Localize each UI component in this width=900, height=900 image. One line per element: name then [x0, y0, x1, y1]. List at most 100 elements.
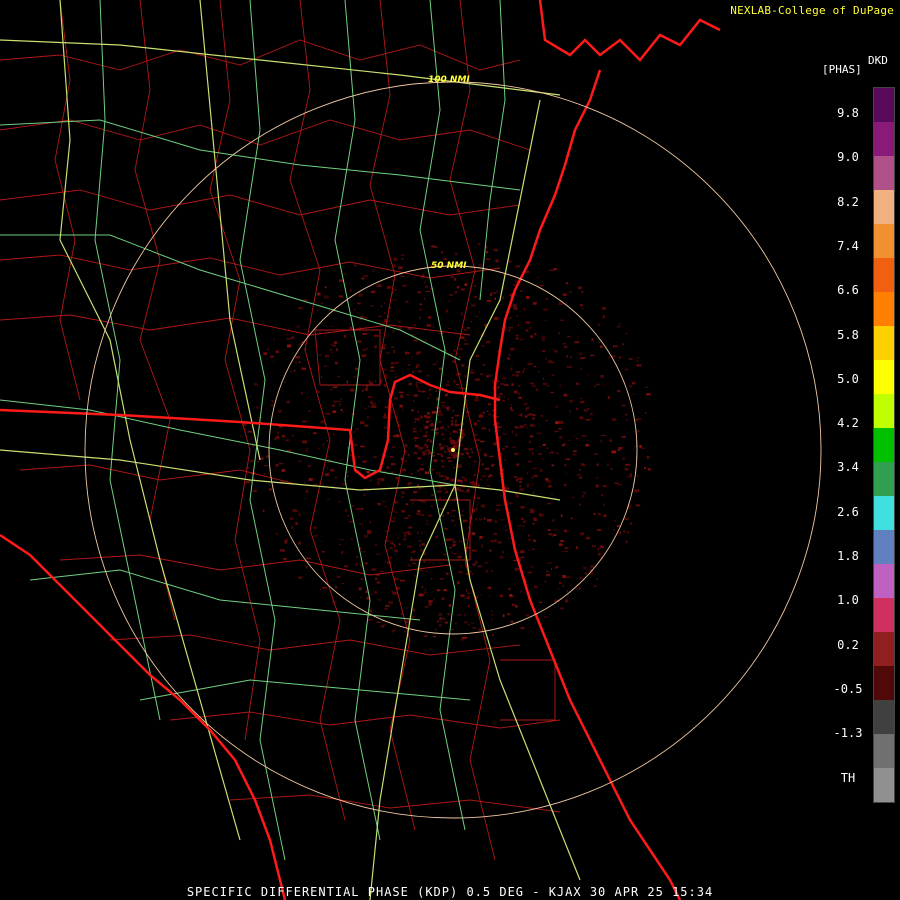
- radar-echo-speckle: [395, 376, 397, 379]
- radar-echo-speckle: [385, 374, 388, 377]
- radar-echo-speckle: [634, 445, 638, 447]
- radar-echo-speckle: [370, 479, 372, 482]
- radar-echo-speckle: [527, 413, 530, 416]
- radar-echo-speckle: [561, 551, 563, 553]
- radar-echo-speckle: [308, 478, 313, 481]
- radar-echo-speckle: [438, 413, 443, 416]
- radar-echo-speckle: [308, 396, 310, 398]
- radar-echo-speckle: [453, 466, 455, 469]
- radar-echo-speckle: [582, 464, 586, 467]
- radar-echo-speckle: [536, 432, 542, 435]
- radar-echo-speckle: [257, 416, 262, 419]
- radar-echo-speckle: [437, 490, 442, 493]
- radar-echo-speckle: [543, 308, 548, 311]
- radar-echo-speckle: [363, 494, 366, 497]
- radar-echo-speckle: [275, 350, 279, 354]
- radar-echo-speckle: [495, 259, 499, 263]
- radar-echo-speckle: [518, 396, 522, 399]
- radar-echo-speckle: [426, 520, 429, 522]
- radar-echo-speckle: [433, 459, 438, 463]
- radar-echo-speckle: [627, 531, 629, 534]
- radar-echo-speckle: [455, 383, 460, 386]
- radar-echo-speckle: [646, 393, 651, 396]
- radar-echo-speckle: [523, 307, 526, 311]
- color-scale-segment: [874, 326, 894, 360]
- radar-echo-speckle: [436, 589, 441, 592]
- radar-echo-speckle: [383, 302, 385, 304]
- radar-echo-speckle: [525, 427, 528, 429]
- radar-echo-speckle: [393, 544, 396, 548]
- radar-echo-speckle: [281, 434, 285, 438]
- radar-echo-speckle: [298, 361, 301, 364]
- radar-echo-speckle: [500, 495, 504, 497]
- radar-echo-speckle: [463, 621, 468, 624]
- radar-echo-speckle: [417, 449, 419, 451]
- radar-echo-speckle: [616, 525, 621, 527]
- radar-echo-speckle: [367, 396, 373, 398]
- radar-echo-speckle: [575, 546, 578, 549]
- radar-echo-speckle: [625, 332, 628, 334]
- radar-echo-speckle: [489, 474, 493, 477]
- radar-echo-speckle: [599, 340, 601, 344]
- radar-echo-speckle: [289, 517, 294, 520]
- radar-echo-speckle: [508, 588, 511, 591]
- radar-echo-speckle: [424, 606, 429, 609]
- radar-echo-speckle: [478, 483, 480, 486]
- radar-echo-speckle: [341, 582, 345, 584]
- radar-echo-speckle: [439, 474, 441, 478]
- radar-echo-speckle: [358, 587, 362, 591]
- radar-echo-speckle: [572, 496, 575, 499]
- radar-echo-speckle: [324, 286, 327, 289]
- color-scale-segment: [874, 598, 894, 632]
- radar-echo-speckle: [390, 520, 396, 523]
- radar-echo-speckle: [622, 457, 625, 460]
- radar-echo-speckle: [600, 345, 603, 348]
- radar-echo-speckle: [419, 569, 424, 572]
- radar-echo-speckle: [602, 485, 607, 488]
- radar-echo-speckle: [362, 332, 367, 335]
- radar-echo-speckle: [483, 517, 486, 520]
- radar-echo-speckle: [381, 478, 385, 481]
- radar-echo-speckle: [570, 517, 573, 520]
- color-scale-tick-label: 6.6: [837, 283, 859, 298]
- radar-echo-speckle: [484, 454, 488, 457]
- radar-echo-speckle: [384, 608, 388, 610]
- radar-echo-speckle: [431, 494, 434, 497]
- radar-echo-speckle: [440, 401, 446, 404]
- radar-echo-speckle: [580, 532, 585, 536]
- radar-echo-speckle: [281, 469, 286, 472]
- radar-echo-speckle: [502, 274, 504, 276]
- radar-echo-speckle: [441, 475, 447, 477]
- radar-echo-speckle: [333, 432, 335, 436]
- radar-echo-speckle: [332, 386, 338, 389]
- radar-echo-speckle: [326, 440, 328, 442]
- radar-echo-speckle: [568, 291, 573, 293]
- radar-echo-speckle: [464, 374, 466, 378]
- radar-echo-speckle: [419, 446, 424, 450]
- radar-echo-speckle: [414, 575, 416, 577]
- radar-echo-speckle: [431, 578, 433, 580]
- radar-echo-speckle: [443, 258, 448, 260]
- radar-echo-speckle: [553, 534, 557, 536]
- radar-echo-speckle: [273, 338, 275, 341]
- radar-echo-speckle: [425, 290, 431, 292]
- radar-echo-speckle: [413, 550, 416, 553]
- radar-echo-speckle: [378, 315, 382, 318]
- radar-echo-speckle: [585, 444, 590, 447]
- radar-echo-speckle: [270, 404, 274, 407]
- radar-echo-speckle: [465, 414, 468, 418]
- radar-echo-speckle: [408, 526, 413, 529]
- radar-echo-speckle: [364, 387, 369, 391]
- radar-echo-speckle: [514, 426, 518, 429]
- radar-echo-speckle: [436, 472, 441, 475]
- radar-echo-speckle: [584, 572, 587, 575]
- radar-echo-speckle: [411, 502, 414, 504]
- radar-echo-speckle: [497, 386, 500, 389]
- radar-echo-speckle: [418, 389, 420, 392]
- radar-echo-speckle: [637, 418, 642, 420]
- radar-echo-speckle: [542, 458, 545, 460]
- radar-echo-speckle: [438, 612, 443, 616]
- radar-echo-speckle: [240, 435, 242, 437]
- radar-echo-speckle: [600, 439, 603, 443]
- radar-echo-speckle: [374, 591, 378, 594]
